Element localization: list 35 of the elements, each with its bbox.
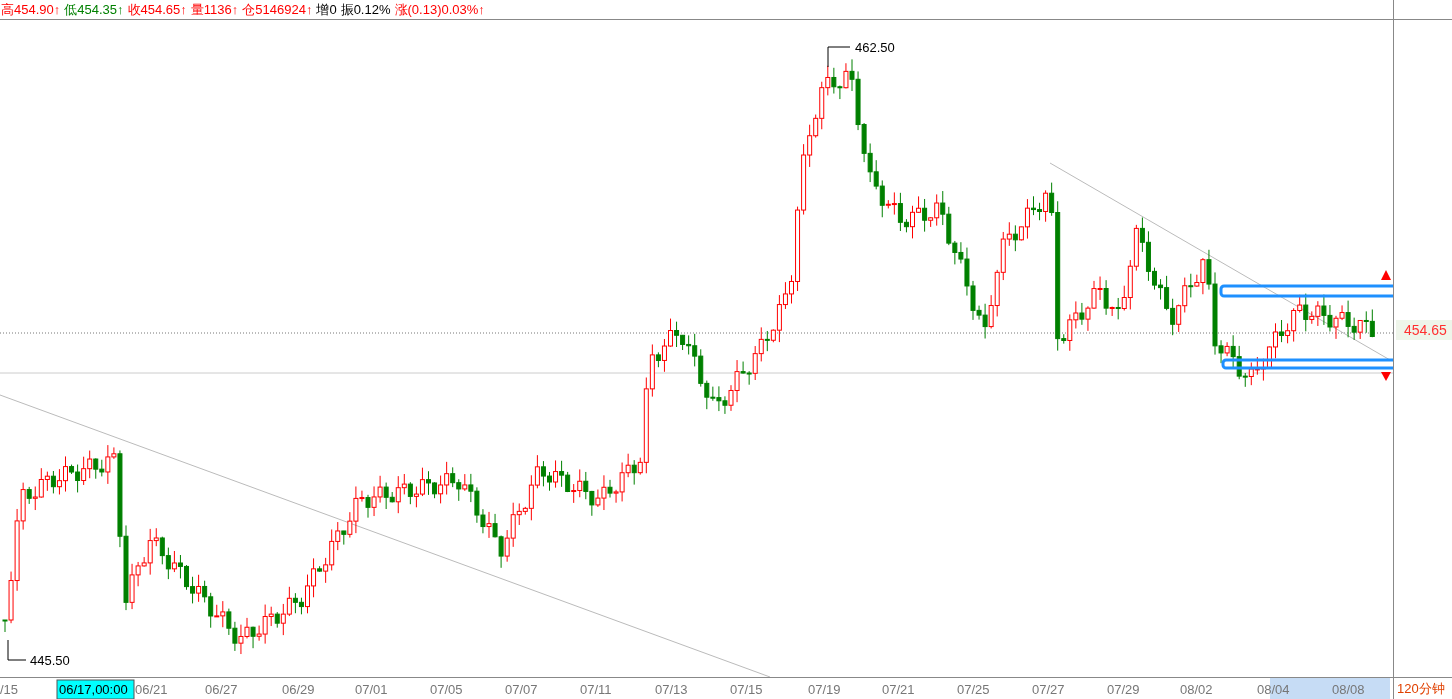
date-label: 07/25: [957, 682, 990, 697]
date-label: 07/21: [882, 682, 915, 697]
leader-line: [7, 639, 27, 661]
up-triangle-icon: [1381, 270, 1391, 280]
date-label: 07/05: [430, 682, 463, 697]
leader-line: [827, 46, 851, 68]
quote-stat: 收454.65↑: [127, 0, 187, 19]
high-price-label: 462.50: [855, 40, 895, 55]
date-label: 08/08: [1332, 682, 1365, 697]
last-price-tag: 454.65: [1396, 320, 1452, 340]
date-label: 06/27: [205, 682, 238, 697]
date-label: 07/27: [1032, 682, 1065, 697]
period-label: 120分钟: [1394, 677, 1452, 699]
date-label: 07/29: [1107, 682, 1140, 697]
quote-stat: 振0.12%: [340, 0, 391, 19]
date-label: 07/13: [655, 682, 688, 697]
date-label: 06/21: [135, 682, 168, 697]
quote-stat: 高454.90↑: [1, 0, 61, 19]
quote-stat: 低454.35↑: [64, 0, 124, 19]
date-label: 08/02: [1180, 682, 1213, 697]
date-label: 07/01: [355, 682, 388, 697]
quote-stat: 仓5146924↑: [242, 0, 313, 19]
time-cursor-label: 06/17,00:00: [56, 679, 135, 699]
quote-stat: 增0: [316, 0, 337, 19]
date-label: 07/15: [730, 682, 763, 697]
quote-stat: 涨(0.13)0.03%↑: [394, 0, 485, 19]
date-label: 08/04: [1257, 682, 1290, 697]
down-triangle-icon: [1381, 372, 1391, 381]
date-label: /15: [0, 682, 19, 697]
date-label: 07/11: [580, 682, 612, 697]
low-price-label: 445.50: [30, 653, 70, 668]
date-label: 07/19: [808, 682, 841, 697]
date-label: 07/07: [505, 682, 538, 697]
quote-stat: 量1136↑: [190, 0, 239, 19]
date-label: 06/29: [282, 682, 315, 697]
